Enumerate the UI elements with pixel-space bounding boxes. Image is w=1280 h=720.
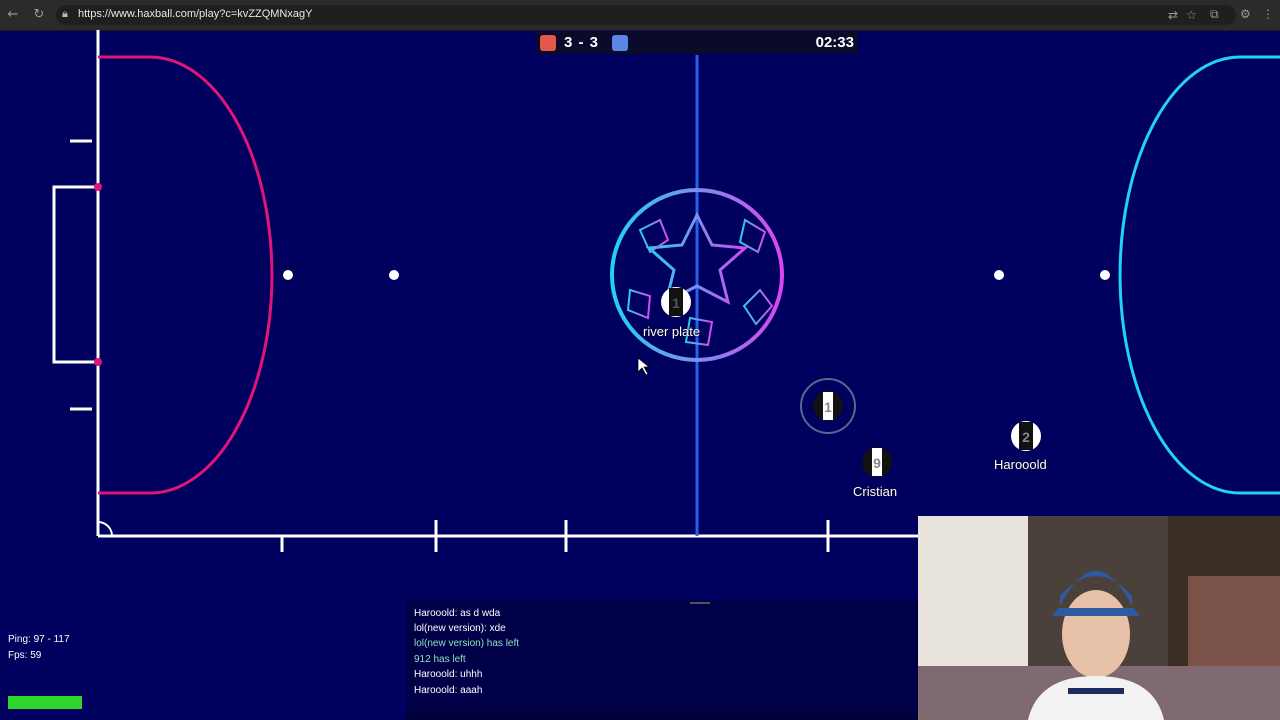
ping-readout: Ping: 97 - 117 [8,634,70,645]
chat-panel: Harooold: as d wda lol(new version): xde… [406,600,918,720]
chat-resize-handle[interactable] [690,602,710,604]
extensions-icon[interactable]: ⧉ [1210,7,1219,22]
webcam-feed [918,516,1280,720]
browser-toolbar: ← ↻ 🔒︎ https://www.haxball.com/play?c=kv… [0,0,1280,31]
chat-message: Harooold: uhhh [414,669,483,680]
player-name: river plate [643,324,701,339]
lock-icon[interactable]: 🔒︎ [62,7,68,21]
translate-icon[interactable]: ⇄ [1168,8,1178,22]
chat-message: Harooold: aaah [414,685,483,696]
goal-post [94,358,102,366]
field-dot [994,270,1004,280]
arrow-left-icon[interactable]: ← [4,6,22,24]
reload-icon[interactable]: ↻ [30,6,48,24]
webcam-overlay [918,516,1280,720]
address-bar[interactable]: 🔒︎ https://www.haxball.com/play?c=kvZZQM… [56,5,1236,25]
field-dot [283,270,293,280]
player-disc: 1 [800,378,856,434]
corner-arc [97,521,113,537]
settings-icon[interactable]: ⚙ [1240,7,1251,21]
left-penalty-arc [98,55,274,495]
player-name: Cristian [853,484,898,499]
player-number: 1 [824,399,832,415]
player-disc: 2 [1011,421,1041,451]
player-number: 2 [1022,429,1030,445]
chat-message: lol(new version): xde [414,623,506,634]
url-text[interactable]: https://www.haxball.com/play?c=kvZZQMNxa… [78,8,312,20]
status-bar [8,696,82,709]
left-goal [52,185,98,364]
goal-post [94,183,102,191]
blue-team-indicator [612,35,628,51]
chat-message: 912 has left [414,654,466,665]
right-penalty-arc [1118,55,1280,495]
star-icon[interactable]: ☆ [1186,8,1197,22]
scoreboard: 3 - 3 02:33 [536,32,858,54]
chat-input[interactable] [406,712,918,720]
chat-message: lol(new version) has left [414,638,520,649]
mouse-cursor-icon [637,357,650,376]
player-disc: 9 [862,447,892,477]
menu-icon[interactable]: ⋮ [1262,7,1274,21]
player-number: 9 [873,455,881,471]
field-dot [389,270,399,280]
chat-message: Harooold: as d wda [414,608,501,619]
game-timer: 02:33 [815,34,854,51]
red-team-indicator [540,35,556,51]
score: 3 - 3 [564,34,600,51]
player-number: 1 [672,295,680,311]
field-dot [1100,270,1110,280]
fps-readout: Fps: 59 [8,650,42,661]
player-disc: 1 [661,287,691,317]
player-name: Harooold [994,457,1047,472]
